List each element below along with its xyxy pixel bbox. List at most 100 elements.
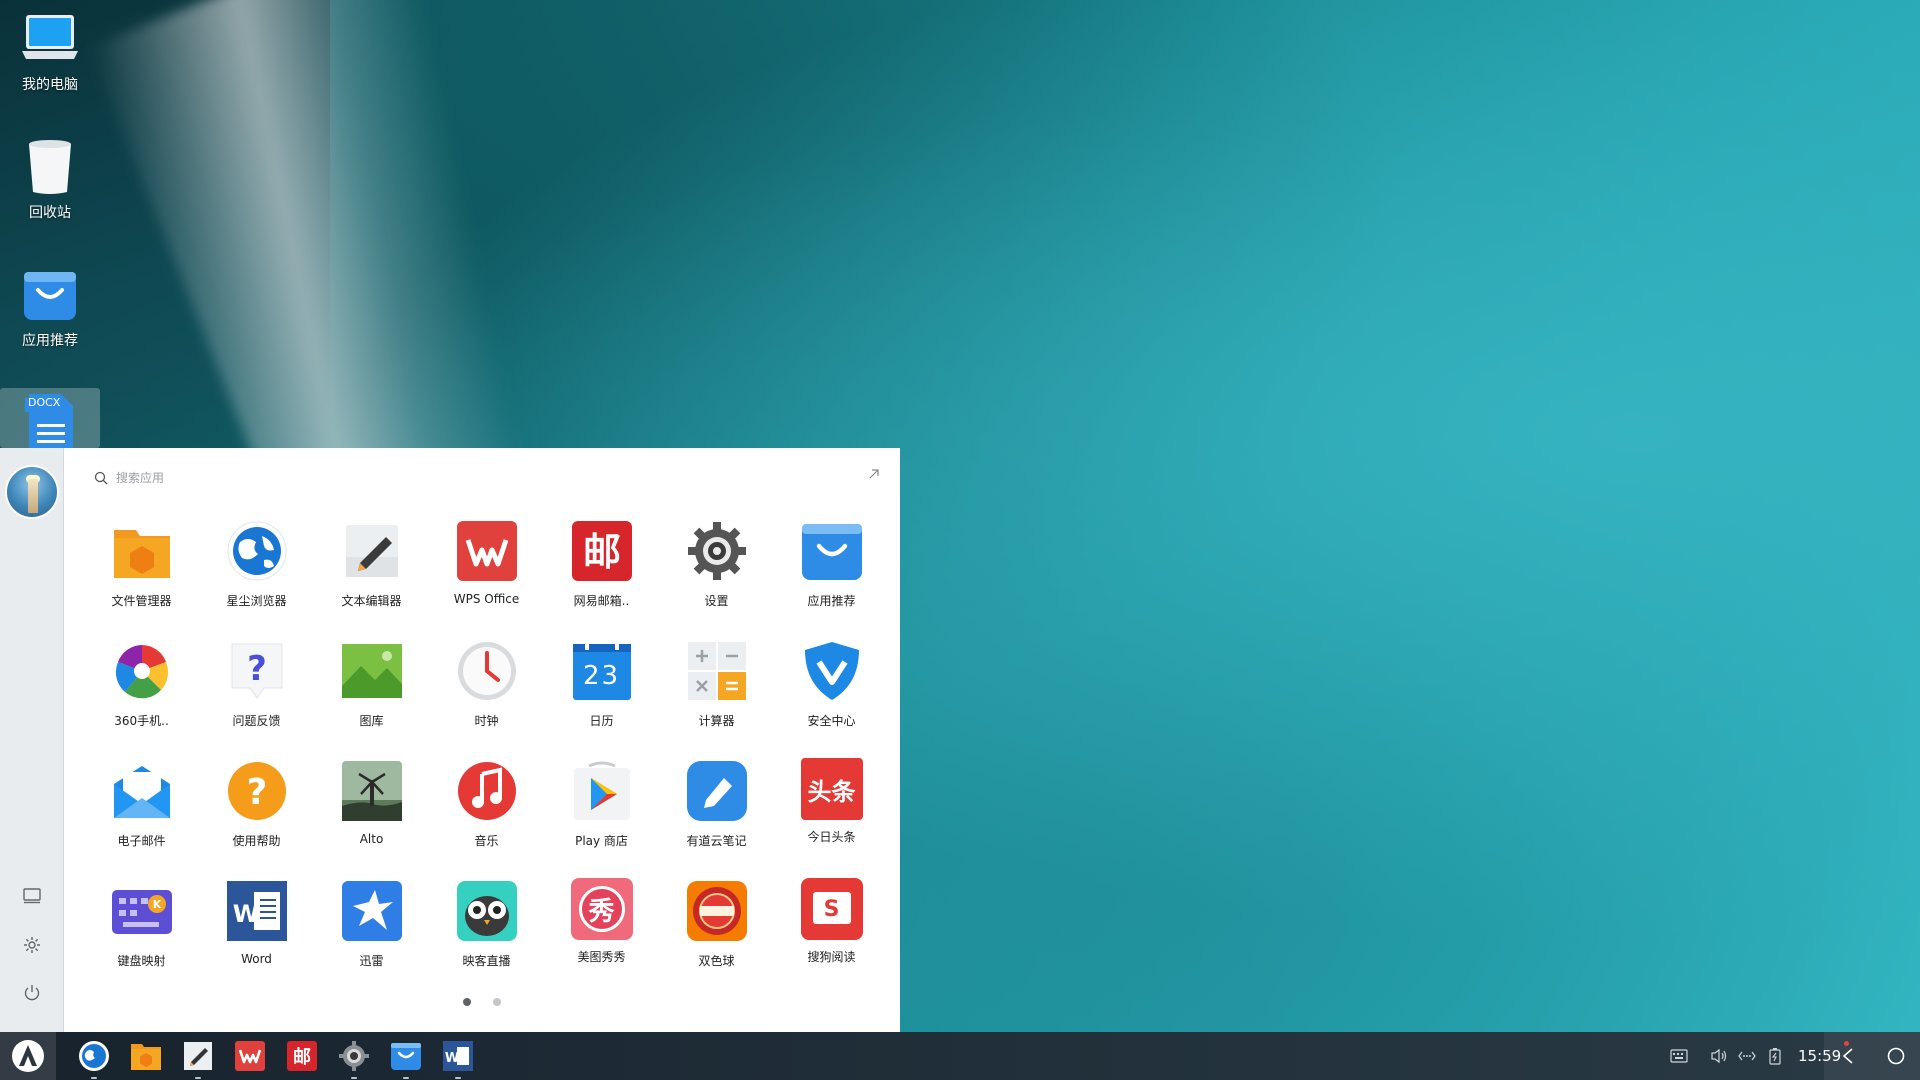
app-play-store[interactable]: Play 商店 bbox=[544, 758, 659, 858]
taskbar: 邮 W 15:59 bbox=[0, 1032, 1920, 1080]
security-shield-icon bbox=[799, 638, 865, 704]
navigation-buttons bbox=[1824, 1032, 1920, 1080]
inke-owl-icon bbox=[454, 878, 520, 944]
email-icon bbox=[109, 758, 175, 824]
expand-arrow-icon bbox=[869, 469, 879, 479]
app-wps-office[interactable]: WPS Office bbox=[429, 518, 544, 618]
wps-icon bbox=[235, 1041, 265, 1071]
taskbar-app-browser[interactable] bbox=[76, 1038, 112, 1079]
desktop-icon-docx-file[interactable]: DOCX bbox=[0, 388, 100, 450]
app-youdao-note[interactable]: 有道云笔记 bbox=[659, 758, 774, 858]
toutiao-icon: 头条 bbox=[800, 758, 863, 820]
app-grid: 文件管理器 星尘浏览器 文本编辑器 WPS Office 邮 网易邮箱.. 设置… bbox=[84, 518, 889, 998]
home-button[interactable] bbox=[1880, 1040, 1912, 1072]
keyboard-tray-button[interactable] bbox=[1668, 1045, 1690, 1067]
app-settings[interactable]: 设置 bbox=[659, 518, 774, 618]
network-tray-button[interactable] bbox=[1736, 1045, 1758, 1067]
user-avatar[interactable] bbox=[5, 465, 59, 519]
netease-mail-icon: 邮 bbox=[287, 1041, 317, 1071]
app-lottery[interactable]: 双色球 bbox=[659, 878, 774, 978]
computer-icon bbox=[22, 10, 78, 66]
app-text-editor[interactable]: 文本编辑器 bbox=[314, 518, 429, 618]
volume-tray-button[interactable] bbox=[1708, 1045, 1730, 1067]
keyboard-mapping-icon: K bbox=[109, 878, 175, 944]
svg-text:邮: 邮 bbox=[582, 530, 620, 574]
alto-game-icon bbox=[339, 758, 405, 824]
word-icon: W bbox=[443, 1041, 473, 1071]
app-meitu[interactable]: 秀 美图秀秀 bbox=[544, 878, 659, 978]
app-toutiao[interactable]: 头条 今日头条 bbox=[774, 758, 889, 858]
app-feedback[interactable]: ? 问题反馈 bbox=[199, 638, 314, 738]
taskbar-app-text-editor[interactable] bbox=[180, 1038, 216, 1079]
power-button[interactable] bbox=[18, 979, 46, 1007]
app-netease-mail[interactable]: 邮 网易邮箱.. bbox=[544, 518, 659, 618]
app-alto[interactable]: Alto bbox=[314, 758, 429, 858]
taskbar-app-word[interactable]: W bbox=[440, 1038, 476, 1079]
app-music[interactable]: 音乐 bbox=[429, 758, 544, 858]
desktop-icon-app-store[interactable]: 应用推荐 bbox=[8, 256, 92, 366]
app-search-bar bbox=[94, 466, 854, 490]
taskbar-app-netease-mail[interactable]: 邮 bbox=[284, 1038, 320, 1074]
battery-icon bbox=[1769, 1048, 1781, 1065]
app-inke-live[interactable]: 映客直播 bbox=[429, 878, 544, 978]
start-button[interactable] bbox=[0, 1032, 56, 1080]
app-keyboard-mapping[interactable]: K 键盘映射 bbox=[84, 878, 199, 978]
svg-text:W: W bbox=[232, 900, 258, 928]
wps-icon bbox=[454, 518, 520, 584]
360-icon bbox=[109, 638, 175, 704]
app-gallery[interactable]: 图库 bbox=[314, 638, 429, 738]
taskbar-app-settings[interactable] bbox=[336, 1038, 372, 1079]
tablet-icon bbox=[23, 888, 41, 904]
feedback-icon: ? bbox=[224, 638, 290, 704]
word-icon: W bbox=[224, 878, 290, 944]
battery-tray-button[interactable] bbox=[1764, 1045, 1786, 1067]
app-word[interactable]: W Word bbox=[199, 878, 314, 978]
search-icon bbox=[94, 471, 108, 485]
svg-text:邮: 邮 bbox=[293, 1046, 311, 1068]
file-manager-icon bbox=[109, 518, 175, 584]
app-calculator[interactable]: 计算器 bbox=[659, 638, 774, 738]
desktop-icon-recycle-bin[interactable]: 回收站 bbox=[8, 128, 92, 238]
expand-menu-button[interactable] bbox=[864, 464, 884, 484]
app-360[interactable]: 360手机.. bbox=[84, 638, 199, 738]
music-icon bbox=[454, 758, 520, 824]
app-calendar[interactable]: 23 日历 bbox=[544, 638, 659, 738]
svg-text:?: ? bbox=[247, 649, 267, 689]
play-store-icon bbox=[569, 758, 635, 824]
app-help[interactable]: ? 使用帮助 bbox=[199, 758, 314, 858]
app-app-store[interactable]: 应用推荐 bbox=[774, 518, 889, 618]
svg-text:?: ? bbox=[246, 772, 267, 813]
desktop-mode-button[interactable] bbox=[18, 882, 46, 910]
circle-home-icon bbox=[1887, 1047, 1905, 1065]
page-dot-1[interactable] bbox=[463, 998, 471, 1006]
page-dot-2[interactable] bbox=[493, 998, 501, 1006]
calendar-icon: 23 bbox=[569, 638, 635, 704]
app-browser[interactable]: 星尘浏览器 bbox=[199, 518, 314, 618]
netease-mail-icon: 邮 bbox=[569, 518, 635, 584]
taskbar-app-file-manager[interactable] bbox=[128, 1038, 164, 1074]
app-search-input[interactable] bbox=[116, 471, 516, 485]
browser-icon bbox=[224, 518, 290, 584]
app-email[interactable]: 电子邮件 bbox=[84, 758, 199, 858]
back-button[interactable] bbox=[1832, 1040, 1864, 1072]
start-menu-panel: 文件管理器 星尘浏览器 文本编辑器 WPS Office 邮 网易邮箱.. bbox=[64, 448, 900, 1032]
file-manager-icon bbox=[131, 1044, 161, 1070]
app-file-manager[interactable]: 文件管理器 bbox=[84, 518, 199, 618]
app-sogou-reader[interactable]: S 搜狗阅读 bbox=[774, 878, 889, 978]
gallery-icon bbox=[339, 638, 405, 704]
taskbar-app-app-store[interactable] bbox=[388, 1038, 424, 1079]
app-security-center[interactable]: 安全中心 bbox=[774, 638, 889, 738]
browser-icon bbox=[79, 1041, 109, 1071]
lottery-icon bbox=[684, 878, 750, 944]
settings-gear-icon bbox=[684, 518, 750, 584]
svg-text:K: K bbox=[152, 898, 161, 911]
desktop-icon-my-computer[interactable]: 我的电脑 bbox=[8, 0, 92, 110]
start-settings-button[interactable] bbox=[18, 931, 46, 959]
desktop-icon-label: 回收站 bbox=[29, 205, 71, 221]
app-xunlei[interactable]: 迅雷 bbox=[314, 878, 429, 978]
app-clock[interactable]: 时钟 bbox=[429, 638, 544, 738]
volume-icon bbox=[1711, 1048, 1727, 1064]
page-indicator bbox=[64, 998, 900, 1006]
meitu-icon: 秀 bbox=[570, 878, 633, 940]
taskbar-app-wps[interactable] bbox=[232, 1038, 268, 1074]
